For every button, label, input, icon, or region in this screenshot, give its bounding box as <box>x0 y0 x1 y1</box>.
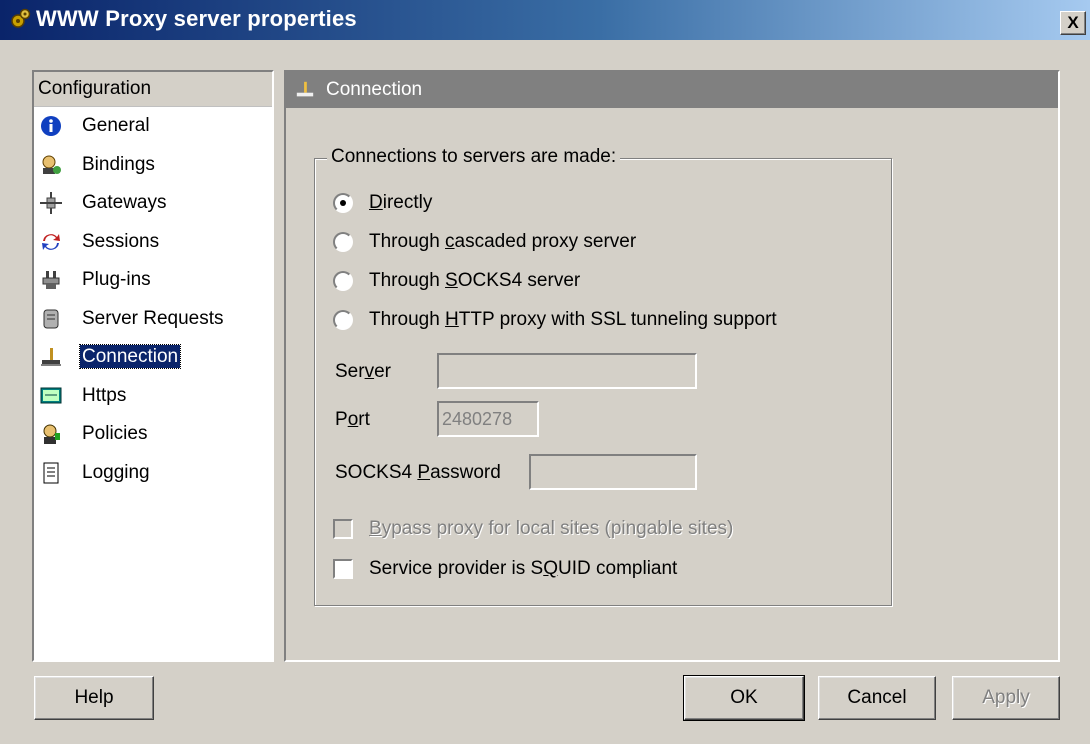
radio-button[interactable] <box>333 232 353 252</box>
logging-icon <box>43 462 59 483</box>
cancel-button[interactable]: Cancel <box>818 676 936 720</box>
nav-item-label: General <box>82 115 150 136</box>
gears-icon <box>11 8 31 28</box>
nav-item-label: Bindings <box>82 153 155 175</box>
nav-item-https[interactable]: Https <box>34 377 272 416</box>
content-header-title: Connection <box>326 79 423 100</box>
gateways-icon <box>40 192 62 214</box>
port-label: Port <box>335 409 370 430</box>
port-input[interactable]: 2480278 <box>437 401 539 437</box>
socks4-password-label: SOCKS4 Password <box>335 462 501 483</box>
connection-icon <box>41 348 61 366</box>
close-button[interactable]: X <box>1060 11 1086 35</box>
nav-item-gateways[interactable]: Gateways <box>34 184 272 223</box>
content-header: Connection <box>286 72 1058 108</box>
server-requests-icon <box>43 309 59 328</box>
nav-item-label: Https <box>82 384 127 406</box>
radio-button[interactable] <box>333 310 353 330</box>
server-label: Server <box>335 361 391 382</box>
checkbox-label: Bypass proxy for local sites (pingable s… <box>369 518 734 539</box>
radio-label: Through SOCKS4 server <box>369 270 581 291</box>
nav-item-label: Gateways <box>82 192 167 213</box>
nav-item-logging[interactable]: Logging <box>34 454 272 493</box>
bindings-icon <box>42 155 61 174</box>
nav-item-connection[interactable]: Connection <box>34 338 272 377</box>
checkbox[interactable] <box>333 519 353 539</box>
sessions-icon <box>42 233 60 250</box>
nav-item-server-requests[interactable]: Server Requests <box>34 300 272 339</box>
group-title: Connections to servers are made: <box>327 146 621 168</box>
content-panel: Connection Connections to servers are ma… <box>284 70 1060 662</box>
checkbox-bypass-local[interactable]: Bypass proxy for local sites (pingable s… <box>333 515 733 543</box>
radio-socks4[interactable]: Through SOCKS4 server <box>333 267 580 295</box>
radio-label: Through cascaded proxy server <box>369 231 637 252</box>
radio-button[interactable] <box>333 271 353 291</box>
connection-groupbox: Connections to servers are made: Directl… <box>314 146 892 606</box>
nav-item-plugins[interactable]: Plug-ins <box>34 261 272 300</box>
policies-icon <box>43 424 60 444</box>
radio-button[interactable] <box>333 193 353 213</box>
radio-directly[interactable]: Directly <box>333 189 432 217</box>
info-icon <box>41 116 61 136</box>
nav-item-label: Connection <box>78 344 182 369</box>
nav-item-label: Policies <box>82 423 148 444</box>
nav-header: Configuration <box>34 72 272 107</box>
nav-item-policies[interactable]: Policies <box>34 415 272 454</box>
https-icon <box>40 387 62 403</box>
nav-item-label: Server Requests <box>82 307 224 329</box>
nav-item-sessions[interactable]: Sessions <box>34 223 272 262</box>
nav-item-label: Sessions <box>82 230 160 252</box>
nav-item-general[interactable]: General <box>34 107 272 146</box>
nav-item-label: Plug-ins <box>82 269 151 290</box>
plugin-icon <box>42 271 60 289</box>
apply-button[interactable]: Apply <box>952 676 1060 720</box>
nav-item-label: Logging <box>82 461 150 483</box>
title-bar[interactable]: WWW Proxy server properties X <box>0 0 1090 40</box>
checkbox-squid-compliant[interactable]: Service provider is SQUID compliant <box>333 555 677 583</box>
window-title: WWW Proxy server properties <box>36 6 357 31</box>
nav-item-bindings[interactable]: Bindings <box>34 146 272 185</box>
socks4-password-input[interactable] <box>529 454 697 490</box>
help-button[interactable]: Help <box>34 676 154 720</box>
checkbox-label: Service provider is SQUID compliant <box>369 558 678 579</box>
server-input[interactable] <box>437 353 697 389</box>
ok-button[interactable]: OK <box>683 675 805 721</box>
checkbox[interactable] <box>333 559 353 579</box>
radio-cascaded-proxy[interactable]: Through cascaded proxy server <box>333 228 636 256</box>
nav-panel: Configuration General Bindings Gateways <box>32 70 274 662</box>
connection-icon <box>296 81 314 97</box>
radio-label: Through HTTP proxy with SSL tunneling su… <box>369 309 777 330</box>
radio-http-proxy[interactable]: Through HTTP proxy with SSL tunneling su… <box>333 306 777 334</box>
